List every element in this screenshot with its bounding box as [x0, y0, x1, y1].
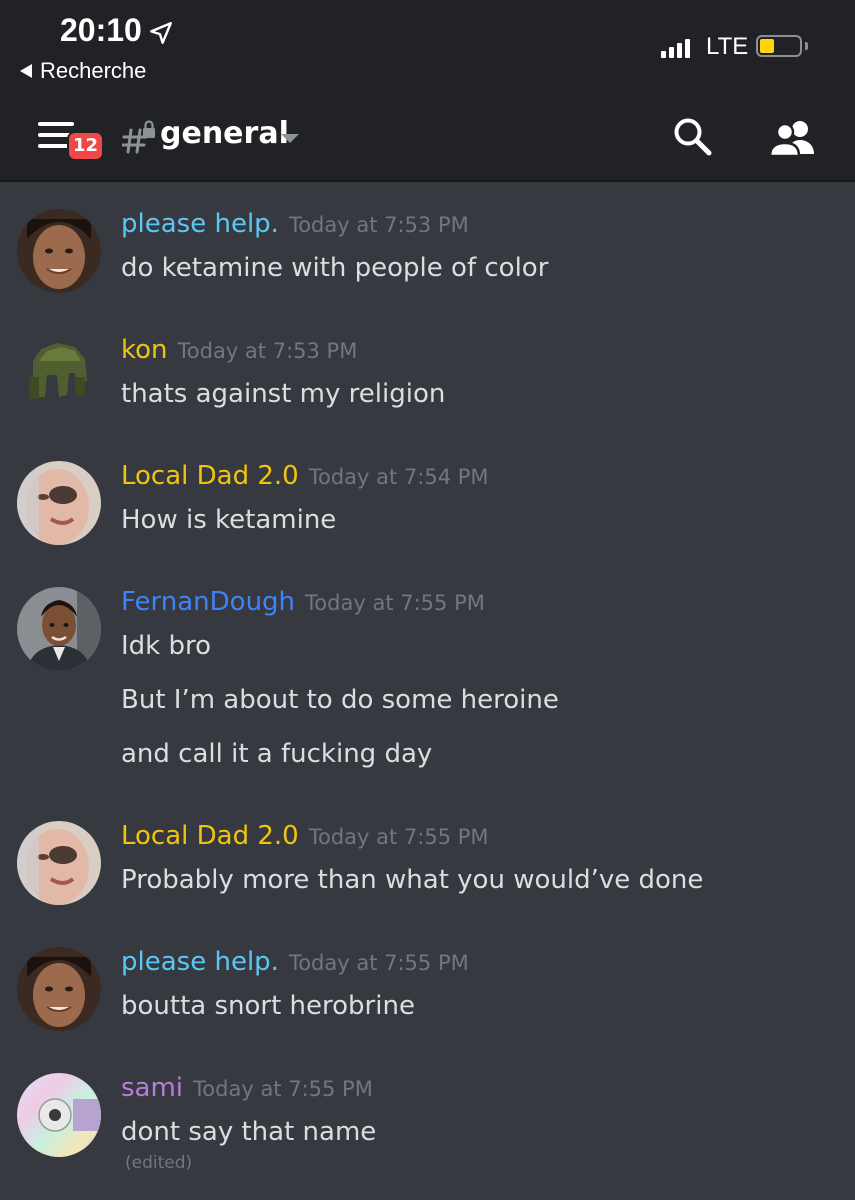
username[interactable]: FernanDough: [121, 587, 295, 617]
unread-badge: 12: [67, 131, 105, 161]
chevron-down-icon[interactable]: [281, 134, 299, 143]
timestamp: Today at 7:54 PM: [308, 465, 489, 489]
search-icon[interactable]: [672, 116, 714, 158]
cellular-signal-icon: [661, 36, 690, 58]
timestamp: Today at 7:53 PM: [177, 339, 358, 363]
avatar[interactable]: [17, 947, 101, 1031]
message-text: Idk bro: [121, 631, 212, 661]
avatar[interactable]: [17, 587, 101, 671]
username[interactable]: kon: [121, 335, 168, 365]
username[interactable]: please help.: [121, 947, 279, 977]
message-text: But I’m about to do some heroine: [121, 685, 559, 715]
avatar[interactable]: [17, 209, 101, 293]
message-text: Probably more than what you would’ve don…: [121, 865, 704, 895]
message-text: boutta snort herobrine: [121, 991, 415, 1021]
back-arrow-icon: [20, 64, 32, 78]
timestamp: Today at 7:55 PM: [288, 951, 469, 975]
back-link-label: Recherche: [40, 58, 147, 83]
locked-channel-hash-icon: [122, 120, 155, 154]
timestamp: Today at 7:55 PM: [308, 825, 489, 849]
members-icon[interactable]: [766, 118, 820, 158]
network-type-label: LTE: [706, 33, 749, 60]
back-to-search-link[interactable]: Recherche: [20, 58, 146, 84]
username[interactable]: please help.: [121, 209, 279, 239]
message-text: do ketamine with people of color: [121, 253, 549, 283]
avatar[interactable]: [17, 461, 101, 545]
location-arrow-icon: [150, 22, 172, 44]
username[interactable]: sami: [121, 1073, 183, 1103]
avatar[interactable]: [17, 1073, 101, 1157]
channel-header: 12 general: [0, 100, 855, 182]
message-text: How is ketamine: [121, 505, 337, 535]
status-time: 20:10: [60, 12, 142, 48]
avatar[interactable]: [17, 821, 101, 905]
message-list[interactable]: please help. Today at 7:53 PM do ketamin…: [0, 182, 855, 1200]
channel-name[interactable]: general: [160, 116, 289, 151]
timestamp: Today at 7:55 PM: [305, 591, 485, 615]
battery-icon: [756, 35, 802, 57]
status-bar: 20:10 Recherche LTE: [0, 0, 855, 100]
username[interactable]: Local Dad 2.0: [121, 821, 299, 851]
timestamp: Today at 7:53 PM: [288, 213, 469, 237]
timestamp: Today at 7:55 PM: [193, 1077, 373, 1101]
username[interactable]: Local Dad 2.0: [121, 461, 299, 491]
avatar[interactable]: [17, 335, 101, 419]
edited-label: (edited): [125, 1153, 193, 1173]
message-text: thats against my religion: [121, 379, 446, 409]
battery-cap: [805, 42, 808, 50]
message-text: and call it a fucking day: [121, 739, 433, 769]
